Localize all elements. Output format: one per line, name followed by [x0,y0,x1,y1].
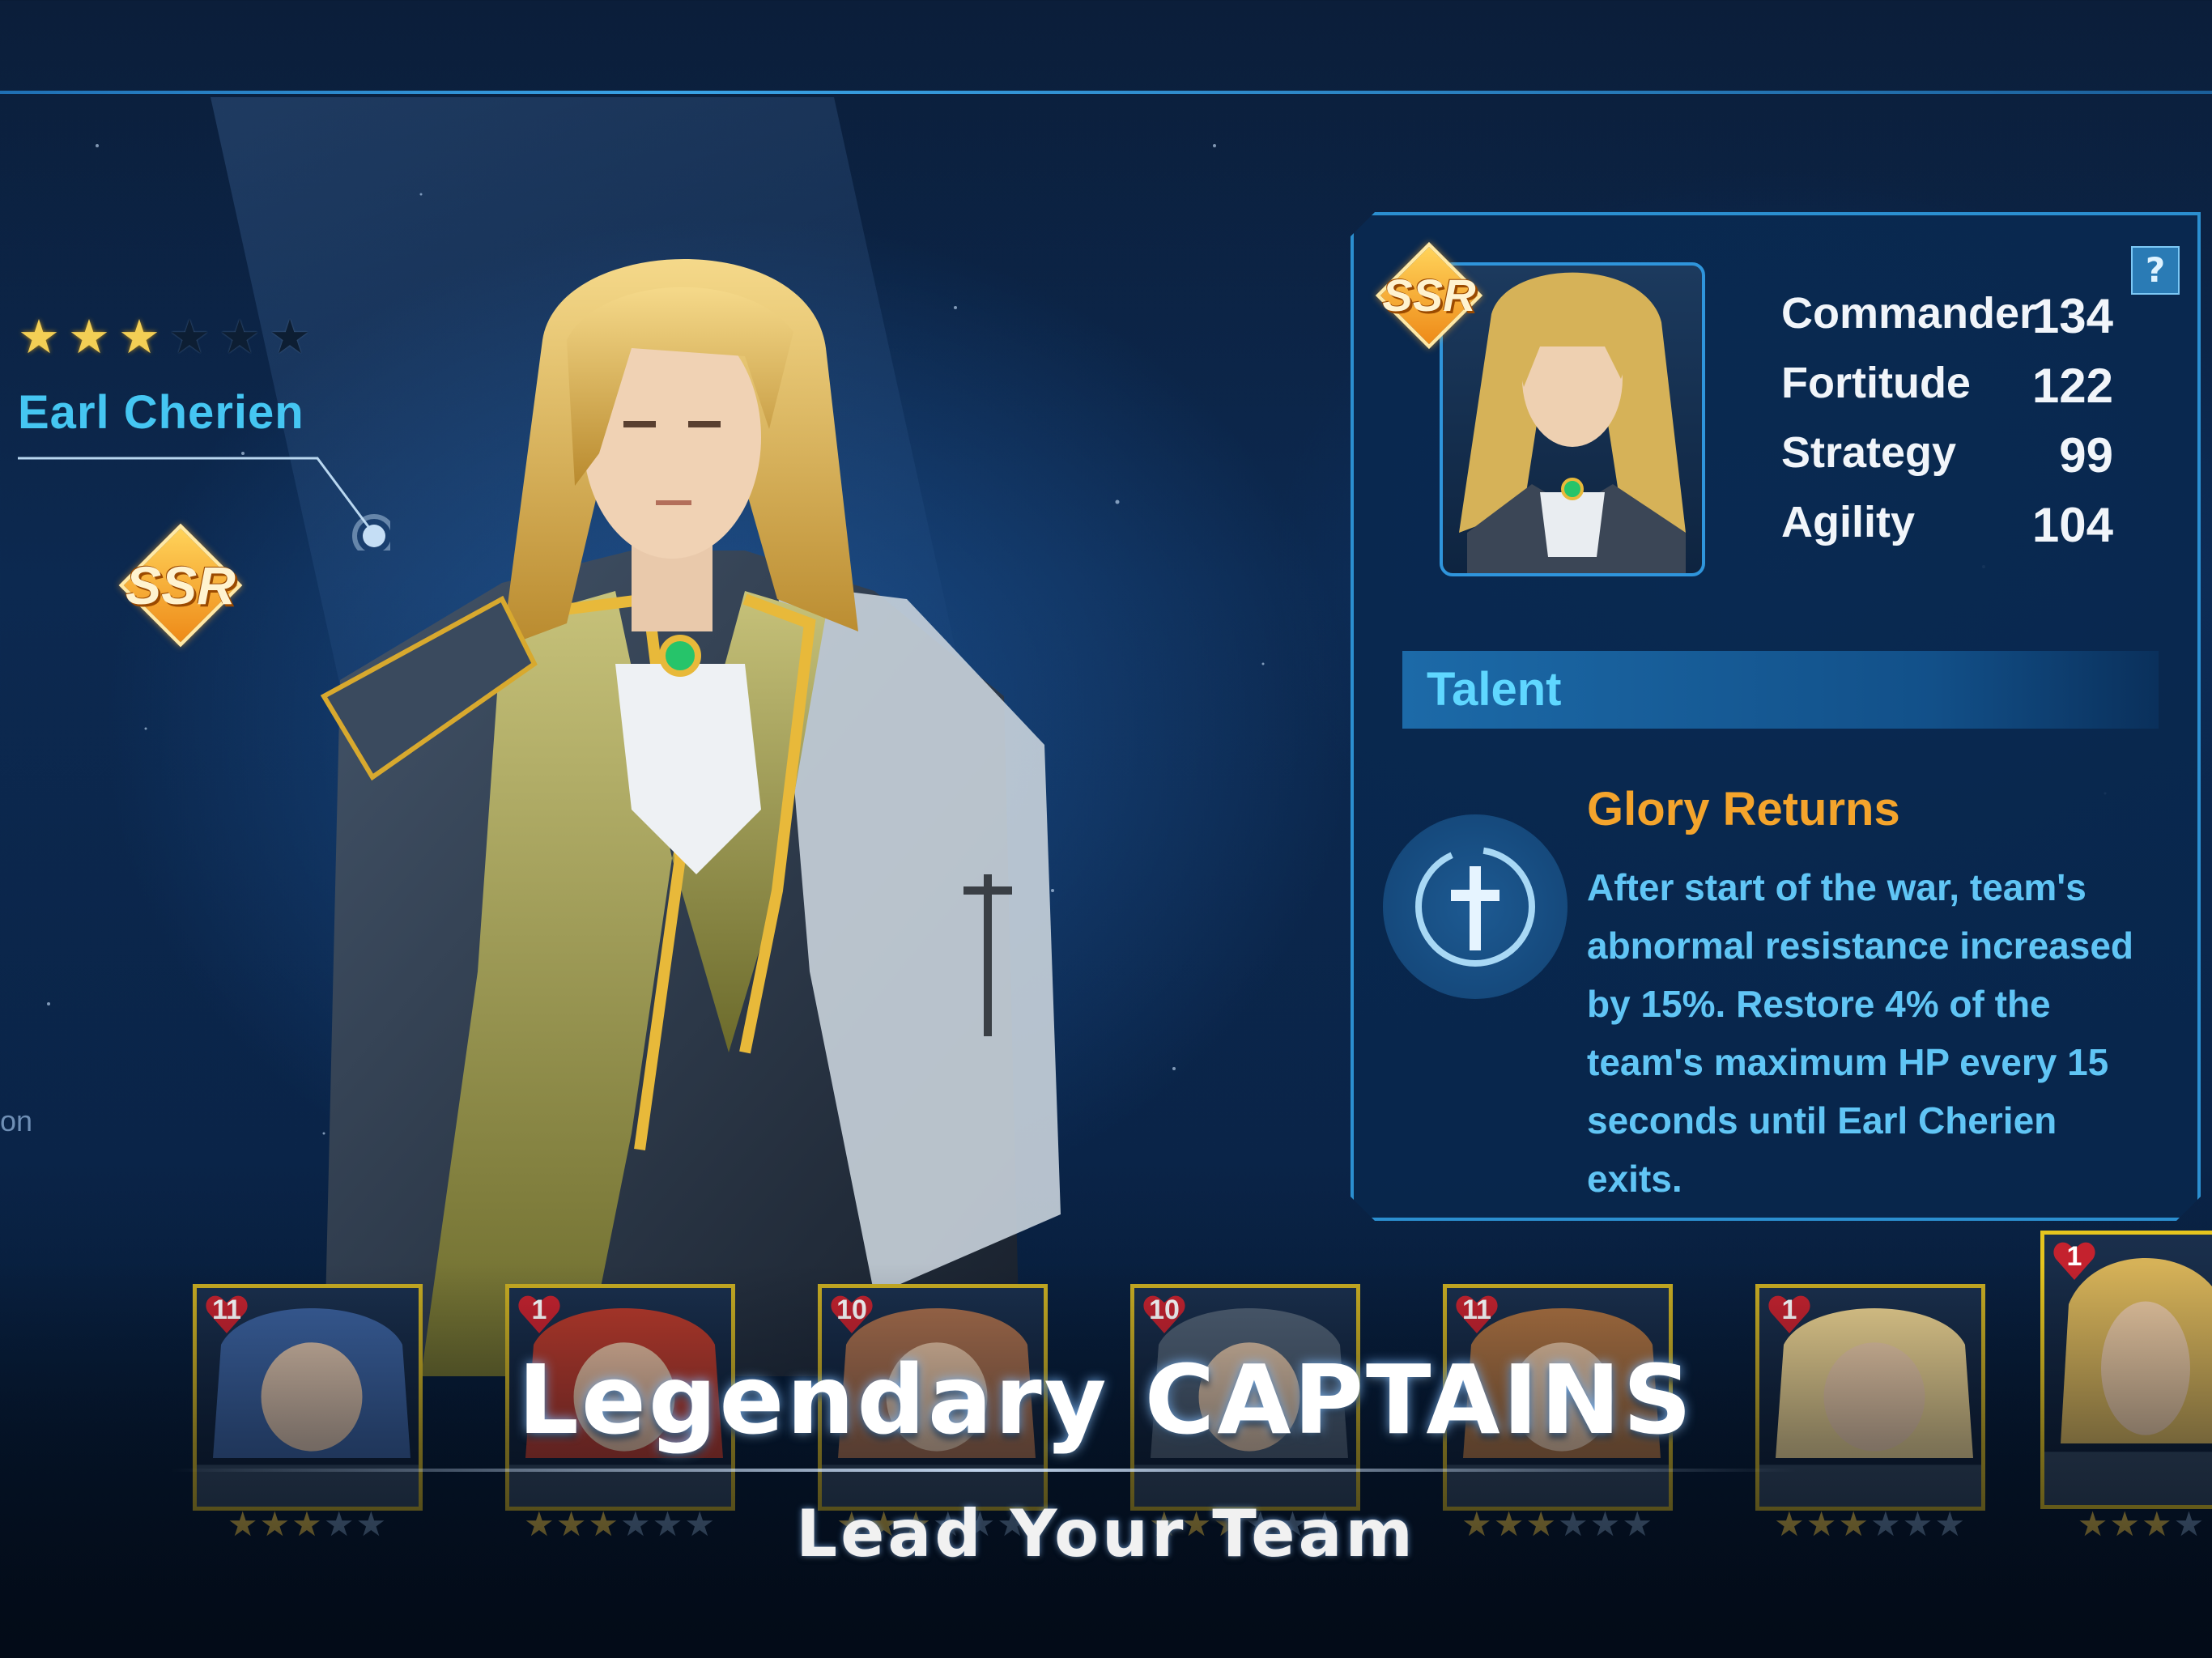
hero-star-rating: ★ ★ ★ ★ ★ ★ [18,312,311,361]
thumbnail-ssr-badge-icon: SSR [1375,241,1483,350]
bottom-shade [0,1263,2212,1658]
hero-thumbnail-image [1459,272,1686,573]
ssr-label: SSR [125,555,236,615]
stat-label: Fortitude [1781,359,1971,407]
talent-header: Talent [1427,663,1562,716]
stat-row-strategy: Strategy 99 [1781,427,2113,492]
stat-label: Strategy [1781,428,1957,477]
star-icon: ★ [118,309,160,364]
stat-value: 99 [2059,428,2113,483]
stat-value: 122 [2031,359,2113,413]
talent-cross-icon [1383,814,1568,999]
help-button[interactable]: ? [2131,246,2180,295]
star-icon: ★ [168,309,211,364]
ssr-badge-icon: SSR [118,523,243,648]
star-icon: ★ [18,309,60,364]
stat-label: Commander [1781,289,2037,338]
hero-portrait [320,259,1061,1376]
skill-name: Glory Returns [1587,783,1900,835]
tagline-main: Legendary CAPTAINS [517,1344,1695,1456]
star-icon: ★ [219,309,261,364]
star-icon: ★ [68,309,110,364]
tagline-divider [170,1469,1797,1472]
stat-label: Agility [1781,498,1916,546]
stat-row-agility: Agility 104 [1781,497,2113,562]
stat-row-commander: Commander 134 [1781,288,2113,353]
stat-value: 104 [2031,498,2113,552]
hero-name: Earl Cherien [18,386,304,439]
top-divider [0,91,2212,94]
tagline-sub: Lead Your Team [796,1496,1416,1571]
skill-description: After start of the war, team's abnormal … [1587,866,2133,1200]
stat-value: 134 [2031,289,2113,343]
thumbnail-ssr-label: SSR [1382,270,1476,321]
stat-row-fortitude: Fortitude 122 [1781,358,2113,423]
side-label: on [0,1104,33,1137]
